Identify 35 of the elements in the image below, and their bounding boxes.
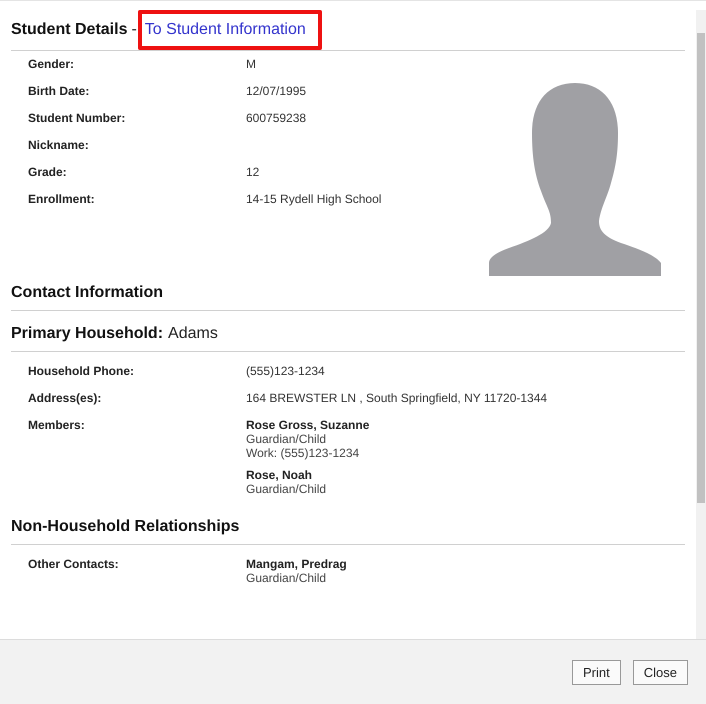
field-value: 12 (246, 165, 260, 181)
field-label: Nickname: (28, 138, 90, 154)
field-label: Household Phone: (28, 364, 135, 380)
person-silhouette-icon (489, 83, 661, 276)
close-button[interactable]: Close (632, 660, 688, 684)
field-value: 14-15 Rydell High School (246, 192, 382, 208)
field-label: Enrollment: (28, 192, 96, 208)
field-label: Other Contacts: (28, 557, 120, 573)
student-information-link[interactable]: To Student Information (138, 10, 322, 50)
field-label: Members: (28, 418, 86, 434)
print-button[interactable]: Print (572, 660, 621, 684)
section-title: Primary Household: (11, 325, 164, 343)
field-value: 600759238 (246, 111, 306, 127)
section-title: Contact Information (11, 284, 163, 302)
phone-text: Work: (555)123-1234 (246, 446, 360, 460)
field-value: 164 BREWSTER LN , South Springfield, NY 11720-1344 (246, 391, 548, 407)
field-value: (555)123-1234 (246, 364, 325, 380)
field-label: Grade: (28, 165, 68, 181)
household-name: Adams (168, 325, 218, 343)
section-title: Non-Household Relationships (11, 518, 240, 536)
person-name: Rose Gross, Suzanne (246, 418, 370, 432)
field-label: Gender: (28, 57, 76, 73)
relationship-text: Guardian/Child (246, 432, 328, 446)
scrollbar[interactable] (696, 10, 706, 639)
relationship-text: Guardian/Child (246, 482, 328, 496)
person-name: Mangam, Predrag (246, 557, 347, 571)
separator-text: - (131, 21, 137, 39)
field-label: Birth Date: (28, 84, 90, 100)
field-label: Address(es): (28, 391, 102, 407)
field-label: Student Number: (28, 111, 126, 127)
person-name: Rose, Noah (246, 468, 314, 482)
field-value: 12/07/1995 (246, 84, 306, 100)
section-title: Student Details (11, 21, 128, 39)
field-value: M (246, 57, 256, 73)
relationship-text: Guardian/Child (246, 571, 328, 585)
